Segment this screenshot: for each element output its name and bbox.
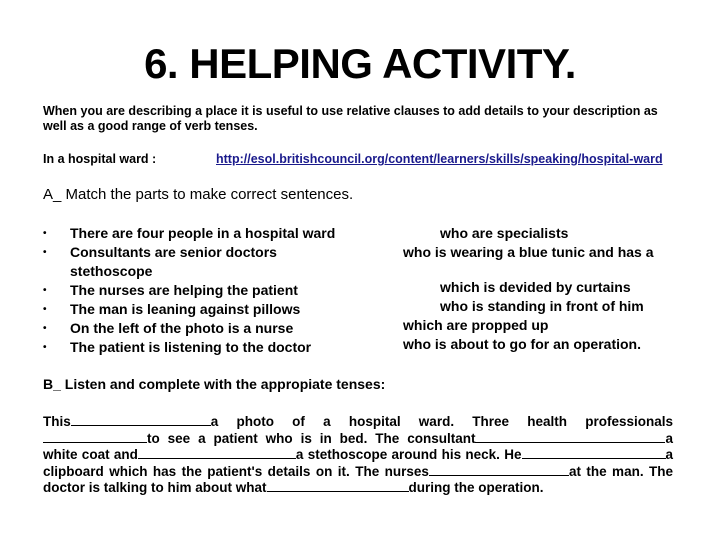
paragraph-line: doctor is talking to him about what durin… (43, 479, 544, 495)
bullet-icon: • (43, 342, 47, 353)
right-clause-list: who are specialists who is wearing a blu… (403, 224, 693, 354)
list-item: • The man is leaning against pillows (43, 301, 301, 317)
list-item: which is devided by curtains (440, 279, 631, 295)
bullet-icon: • (43, 304, 47, 315)
list-item: • Consultants are senior doctors stethosc… (43, 244, 277, 279)
left-sentence-list: • There are four people in a hospital war… (43, 224, 363, 357)
answer-blank[interactable] (475, 430, 666, 443)
answer-blank[interactable] (43, 430, 147, 443)
answer-blank[interactable] (521, 446, 666, 459)
list-item: • The nurses are helping the patient (43, 282, 298, 298)
list-item: who are specialists (440, 225, 569, 241)
list-item: who is standing in front of him (440, 298, 644, 314)
section-b-heading: B_ Listen and complete with the appropia… (43, 376, 386, 392)
paragraph-line: white coat and a stethoscope around his n… (43, 446, 674, 462)
section-a-heading: A_ Match the parts to make correct sente… (43, 186, 354, 203)
bullet-icon: • (43, 247, 47, 258)
bullet-icon: • (43, 323, 47, 334)
paragraph-line: to see a patient who is in bed. The cons… (43, 430, 673, 447)
answer-blank[interactable] (70, 413, 211, 426)
fill-in-paragraph: This a photo of a hospital ward. Three he… (43, 413, 673, 496)
answer-blank[interactable] (428, 463, 569, 476)
list-item: • There are four people in a hospital war… (43, 225, 336, 241)
list-item: who is wearing a blue tunic and has a (403, 244, 654, 260)
list-item: which are propped up (403, 317, 549, 333)
ward-label: In a hospital ward : (43, 152, 157, 166)
list-item: who is about to go for an operation. (403, 336, 641, 352)
answer-blank[interactable] (137, 446, 296, 459)
paragraph-line: This a photo of a hospital ward. Three he… (43, 413, 673, 429)
intro-text: When you are describing a place it is us… (43, 104, 658, 133)
bullet-icon: • (43, 285, 47, 296)
page-title: 6. HELPING ACTIVITY. (144, 40, 576, 87)
list-item: • On the left of the photo is a nurse (43, 320, 294, 336)
paragraph-line: clipboard which has the patient's detail… (43, 463, 674, 479)
list-item: • The patient is listening to the doctor (43, 339, 312, 355)
spacer (403, 262, 693, 278)
answer-blank[interactable] (266, 479, 409, 492)
hospital-ward-link[interactable]: http://esol.britishcouncil.org/content/l… (216, 152, 663, 166)
bullet-icon: • (43, 228, 47, 239)
